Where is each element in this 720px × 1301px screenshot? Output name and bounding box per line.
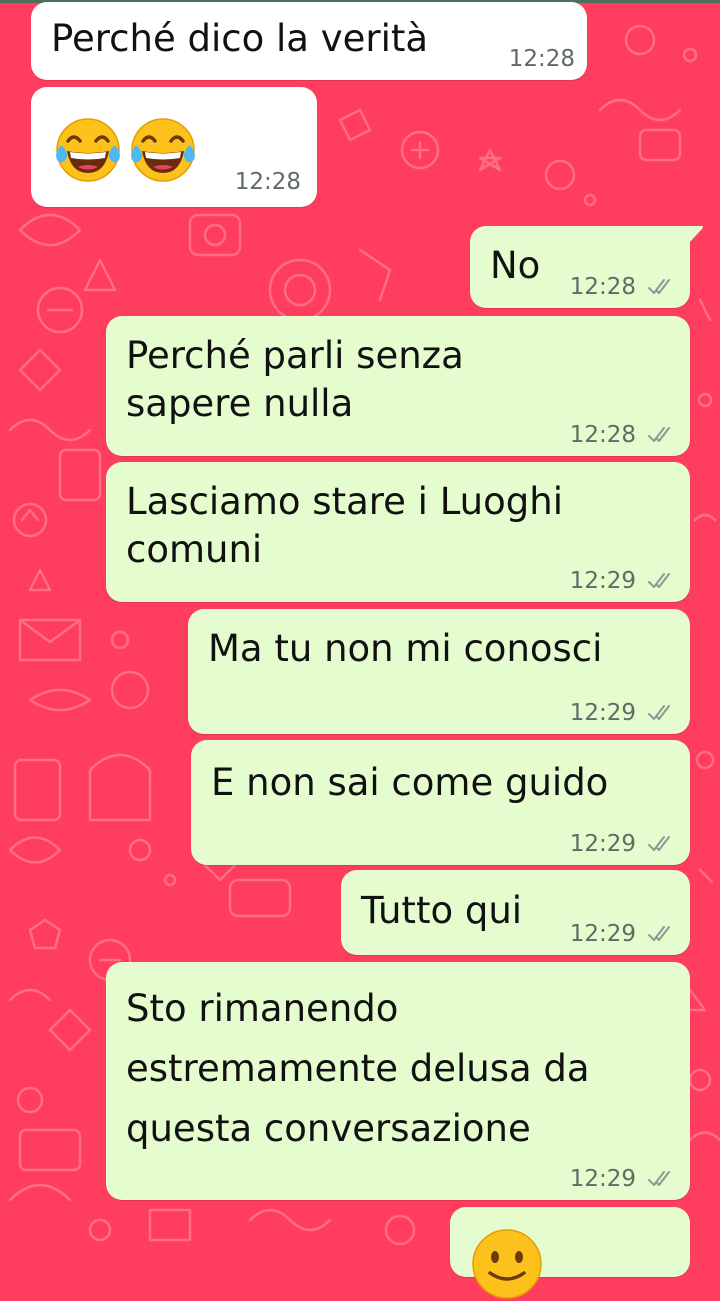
read-receipt-icon bbox=[648, 279, 670, 294]
message-bubble-outgoing[interactable]: Ma tu non mi conosci 12:29 bbox=[188, 609, 690, 734]
message-bubble-outgoing[interactable]: Sto rimanendo estremamente delusa da que… bbox=[106, 962, 690, 1200]
read-receipt-icon bbox=[648, 705, 670, 720]
message-time: 12:29 bbox=[569, 1166, 636, 1192]
read-receipt-icon bbox=[648, 1171, 670, 1186]
message-time: 12:29 bbox=[569, 700, 636, 726]
message-time: 12:29 bbox=[569, 831, 636, 857]
message-text: No bbox=[490, 244, 541, 287]
message-bubble-outgoing[interactable]: Tutto qui 12:29 bbox=[341, 870, 690, 955]
tears-of-joy-emoji-icon bbox=[131, 118, 195, 182]
message-bubble-outgoing-emoji[interactable] bbox=[450, 1207, 690, 1299]
message-text: Ma tu non mi conosci bbox=[208, 627, 603, 670]
message-text: Lasciamo stare i Luoghi comuni bbox=[126, 480, 563, 571]
message-text: Sto rimanendo estremamente delusa da que… bbox=[126, 987, 590, 1150]
read-receipt-icon bbox=[648, 836, 670, 851]
message-time: 12:29 bbox=[569, 568, 636, 594]
message-bubble-outgoing[interactable]: Lasciamo stare i Luoghi comuni 12:29 bbox=[106, 462, 690, 602]
read-receipt-icon bbox=[648, 427, 670, 442]
read-receipt-icon bbox=[648, 926, 670, 941]
message-time: 12:28 bbox=[508, 46, 575, 72]
slightly-smiling-face-emoji-icon bbox=[472, 1229, 542, 1299]
bubble-tail bbox=[688, 226, 703, 244]
message-bubble-outgoing[interactable]: No 12:28 bbox=[470, 226, 690, 308]
message-text: Tutto qui bbox=[361, 889, 523, 932]
message-time: 12:28 bbox=[234, 169, 301, 195]
message-text: Perché parli senza sapere nulla bbox=[126, 334, 464, 425]
tears-of-joy-emoji-icon bbox=[56, 118, 120, 182]
message-bubble-outgoing[interactable]: Perché parli senza sapere nulla 12:28 bbox=[106, 316, 690, 456]
message-time: 12:28 bbox=[569, 274, 636, 300]
message-time: 12:28 bbox=[569, 422, 636, 448]
message-text: E non sai come guido bbox=[211, 761, 609, 804]
read-receipt-icon bbox=[648, 573, 670, 588]
message-bubble-outgoing[interactable]: E non sai come guido 12:29 bbox=[191, 740, 690, 865]
message-text: Perché dico la verità bbox=[51, 17, 429, 60]
message-time: 12:29 bbox=[569, 921, 636, 947]
message-bubble-incoming-emoji[interactable]: 12:28 bbox=[31, 87, 317, 207]
message-bubble-incoming[interactable]: Perché dico la verità 12:28 bbox=[31, 2, 587, 80]
